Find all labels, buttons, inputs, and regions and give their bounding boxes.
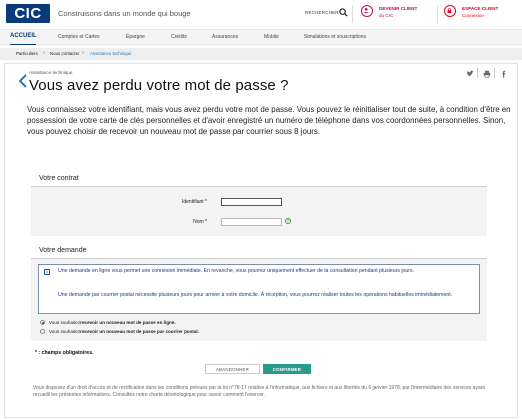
option-online[interactable]: Vous souhaitez recevoir un nouveau mot d… bbox=[40, 320, 176, 325]
identifiant-input[interactable] bbox=[221, 198, 282, 206]
user-plus-icon bbox=[361, 5, 373, 17]
confirm-button[interactable]: CONFIRMER bbox=[263, 364, 311, 374]
nav-item-assurances[interactable]: Assurances bbox=[212, 34, 238, 40]
espace-client-title: ESPACE CLIENT bbox=[462, 6, 499, 11]
cancel-button[interactable]: ABANDONNER bbox=[205, 364, 260, 374]
header-divider bbox=[437, 5, 438, 23]
option-postal[interactable]: Vous souhaitez recevoir un nouveau mot d… bbox=[40, 329, 199, 334]
main-panel: Assistance technique Vous avez perdu vot… bbox=[4, 63, 518, 418]
print-icon[interactable] bbox=[482, 69, 491, 78]
share-divider bbox=[494, 68, 495, 78]
option-postal-label: recevoir un nouveau mot de passe par cou… bbox=[80, 329, 199, 334]
section-title-contrat: Votre contrat bbox=[39, 175, 79, 182]
breadcrumb: Particuliers › Nous contacter › Assistan… bbox=[0, 48, 522, 60]
nom-input[interactable] bbox=[221, 218, 282, 226]
espace-client-button[interactable]: ESPACE CLIENT Connexion bbox=[444, 5, 498, 19]
chevron-right-icon: › bbox=[82, 50, 84, 56]
section-title-demande: Votre demande bbox=[39, 247, 87, 254]
mandatory-note: * : champs obligatoires. bbox=[35, 350, 94, 356]
radio-postal[interactable] bbox=[40, 329, 45, 334]
info-paragraph-online: Une demande en ligne vous permet une con… bbox=[58, 268, 415, 274]
nav-item-mobile[interactable]: Mobile bbox=[264, 34, 279, 40]
option-online-label: recevoir un nouveau mot de passe en lign… bbox=[80, 320, 176, 325]
devenir-client-title: DEVENIR CLIENT bbox=[379, 6, 418, 11]
breadcrumb-particuliers[interactable]: Particuliers bbox=[16, 51, 38, 56]
page-title: Vous avez perdu votre mot de passe ? bbox=[29, 77, 289, 94]
breadcrumb-nous-contacter[interactable]: Nous contacter bbox=[50, 51, 80, 56]
contrat-section bbox=[31, 186, 487, 236]
nav-item-credits[interactable]: Crédits bbox=[171, 34, 187, 40]
option-postal-prefix: Vous souhaitez bbox=[49, 329, 81, 334]
info-paragraph-postal: Une demande par courrier postal nécessit… bbox=[58, 292, 453, 298]
identifiant-label: Identifiant * bbox=[181, 199, 207, 205]
help-icon[interactable]: ? bbox=[285, 218, 291, 224]
logo-text: CIC bbox=[14, 5, 42, 22]
top-header: CIC Construisons dans un monde qui bouge… bbox=[0, 0, 522, 28]
intro-text: Vous connaissez votre identifiant, mais … bbox=[27, 105, 511, 136]
espace-client-subtitle: Connexion bbox=[462, 13, 484, 18]
nav-item-epargne[interactable]: Épargne bbox=[126, 34, 145, 40]
lock-icon bbox=[444, 5, 456, 17]
share-divider bbox=[477, 68, 478, 78]
nav-item-accueil[interactable]: ACCUEIL bbox=[10, 33, 37, 39]
radio-online[interactable] bbox=[40, 320, 45, 325]
nav-item-comptes[interactable]: Comptes et Cartes bbox=[58, 34, 100, 40]
breadcrumb-assistance: Assistance technique bbox=[90, 51, 132, 56]
nav-active-indicator bbox=[10, 44, 36, 45]
devenir-client-subtitle: du CIC bbox=[379, 13, 394, 18]
chevron-right-icon: › bbox=[43, 50, 45, 56]
nom-label: Nom * bbox=[193, 219, 207, 225]
option-online-prefix: Vous souhaitez bbox=[49, 320, 81, 325]
search-icon[interactable] bbox=[339, 8, 348, 17]
header-divider bbox=[352, 5, 353, 23]
search-label[interactable]: RECHERCHER bbox=[305, 10, 339, 15]
facebook-icon[interactable] bbox=[499, 69, 508, 78]
main-nav: ACCUEIL Comptes et Cartes Épargne Crédit… bbox=[0, 29, 522, 45]
info-box: i Une demande en ligne vous permet une c… bbox=[38, 264, 480, 314]
info-icon: i bbox=[44, 269, 50, 275]
tagline: Construisons dans un monde qui bouge bbox=[58, 9, 191, 18]
back-arrow-icon[interactable] bbox=[19, 74, 27, 88]
cic-logo[interactable]: CIC bbox=[6, 4, 50, 23]
twitter-icon[interactable] bbox=[465, 69, 474, 78]
nav-item-simulations[interactable]: Simulations et souscriptions bbox=[304, 34, 366, 40]
page-kicker: Assistance technique bbox=[29, 70, 73, 75]
legal-notice: Vous disposez d'un droit d'accès et de r… bbox=[33, 385, 485, 398]
devenir-client-button[interactable]: DEVENIR CLIENT du CIC bbox=[361, 5, 417, 19]
